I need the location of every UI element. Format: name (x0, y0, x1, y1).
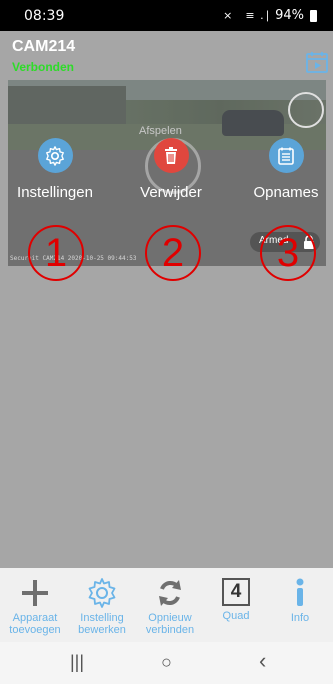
quad-label: Quad (222, 610, 250, 622)
refresh-icon (159, 580, 181, 606)
trash-icon (153, 138, 189, 173)
back-button[interactable]: ‹ (259, 648, 266, 674)
marker-1: 1 (28, 225, 84, 281)
list-icon (268, 138, 304, 173)
bottom-toolbar: Apparaat toevoegen Instelling bewerken O… (0, 568, 333, 642)
delete-label: Verwijder (140, 184, 202, 201)
home-button[interactable]: ○ (161, 652, 172, 673)
battery-icon (310, 9, 317, 22)
reconnect-button[interactable]: Opnieuw verbinden (136, 568, 204, 642)
camera-header: CAM214 Verbonden (0, 31, 333, 80)
signal-icons: × ≡ .∣ (223, 9, 272, 22)
info-label: Info (290, 612, 310, 624)
add-device-button[interactable]: Apparaat toevoegen (0, 568, 70, 642)
quad-number: 4 (230, 581, 242, 602)
camera-name: CAM214 (12, 38, 76, 55)
connection-status: Verbonden (12, 60, 75, 74)
status-bar: 08:39 × ≡ .∣ 94% (0, 0, 333, 31)
battery-percentage: 94% (275, 8, 304, 23)
info-button[interactable]: Info (270, 568, 330, 642)
edit-settings-button[interactable]: Instelling bewerken (70, 568, 134, 642)
recents-button[interactable]: ||| (70, 652, 84, 673)
marker-2: 2 (145, 225, 201, 281)
delete-action[interactable]: Verwijder (126, 138, 216, 201)
calendar-play-icon[interactable] (305, 50, 329, 74)
settings-label: Instellingen (17, 184, 93, 201)
gear-outline-icon (88, 578, 116, 608)
recordings-label: Opnames (253, 184, 319, 201)
edit-settings-label: Instelling bewerken (78, 612, 126, 636)
quad-icon: 4 (222, 578, 250, 606)
status-right: × ≡ .∣ 94% (223, 8, 317, 23)
status-time: 08:39 (24, 8, 65, 24)
reconnect-label: Opnieuw verbinden (145, 612, 195, 636)
marker-3: 3 (260, 225, 316, 281)
recordings-action[interactable]: Opnames (241, 138, 331, 201)
add-device-label: Apparaat toevoegen (9, 612, 61, 636)
settings-action[interactable]: Instellingen (10, 138, 100, 201)
play-label: Afspelen (139, 125, 182, 137)
system-nav-bar: ||| ○ ‹ (0, 642, 333, 684)
gear-icon (37, 138, 73, 173)
quad-button[interactable]: 4 Quad (206, 568, 266, 642)
fullscreen-icon[interactable] (288, 92, 324, 128)
plus-icon (22, 580, 48, 606)
info-icon (296, 578, 304, 606)
